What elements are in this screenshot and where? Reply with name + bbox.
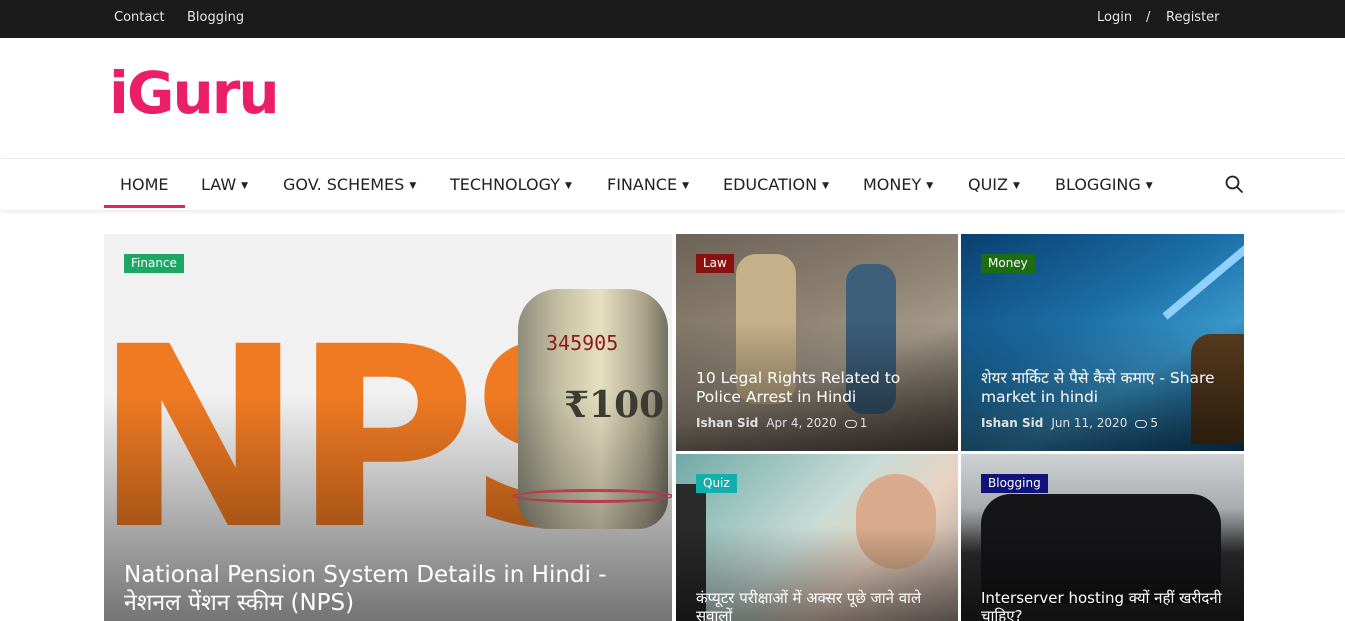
post-meta: Ishan Sid Jun 11, 2020 5 bbox=[981, 416, 1158, 430]
category-badge[interactable]: Finance bbox=[124, 254, 184, 273]
nav-item-money[interactable]: MONEY ▼ bbox=[863, 175, 933, 194]
main-nav: HOME LAW ▼ GOV. SCHEMES ▼ TECHNOLOGY ▼ FINA… bbox=[0, 158, 1345, 210]
nav-item-law[interactable]: LAW ▼ bbox=[201, 175, 248, 194]
chevron-down-icon: ▼ bbox=[1145, 181, 1153, 191]
nav-item-home[interactable]: HOME bbox=[120, 175, 169, 194]
nav-item-quiz[interactable]: QUIZ ▼ bbox=[968, 175, 1020, 194]
nav-item-education[interactable]: EDUCATION ▼ bbox=[723, 175, 829, 194]
site-logo[interactable]: iGuru bbox=[109, 64, 280, 122]
comment-count[interactable]: 5 bbox=[1150, 416, 1158, 430]
post-title[interactable]: Interserver hosting क्यों नहीं खरीदनी चा… bbox=[981, 589, 1228, 621]
post-card[interactable]: Quiz कंप्यूटर परीक्षाओं में अक्सर पूछे ज… bbox=[676, 454, 958, 621]
post-image bbox=[1162, 236, 1244, 320]
nav-item-technology[interactable]: TECHNOLOGY ▼ bbox=[450, 175, 572, 194]
nav-item-label: LAW bbox=[201, 175, 237, 194]
post-card[interactable]: Money शेयर मार्किट से पैसे कैसे कमाए - S… bbox=[961, 234, 1244, 451]
chevron-down-icon: ▼ bbox=[241, 181, 249, 191]
post-date: Jun 11, 2020 bbox=[1051, 416, 1128, 430]
active-nav-indicator bbox=[104, 205, 185, 208]
post-card[interactable]: Law 10 Legal Rights Related to Police Ar… bbox=[676, 234, 958, 451]
post-date: Apr 4, 2020 bbox=[766, 416, 837, 430]
post-title[interactable]: 10 Legal Rights Related to Police Arrest… bbox=[696, 369, 942, 407]
chevron-down-icon: ▼ bbox=[409, 181, 417, 191]
register-link[interactable]: Register bbox=[1166, 10, 1220, 25]
nav-item-label: GOV. SCHEMES bbox=[283, 175, 405, 194]
comment-icon bbox=[844, 420, 857, 428]
category-badge[interactable]: Quiz bbox=[696, 474, 737, 493]
nav-item-label: EDUCATION bbox=[723, 175, 818, 194]
chevron-down-icon: ▼ bbox=[926, 181, 934, 191]
note-serial-number: 345905 bbox=[546, 331, 619, 355]
chevron-down-icon: ▼ bbox=[564, 181, 572, 191]
chevron-down-icon: ▼ bbox=[1012, 181, 1020, 191]
chevron-down-icon: ▼ bbox=[822, 181, 829, 191]
category-badge[interactable]: Blogging bbox=[981, 474, 1048, 493]
site-header: iGuru bbox=[0, 38, 1345, 158]
nav-item-label: BLOGGING bbox=[1055, 175, 1141, 194]
nav-item-label: MONEY bbox=[863, 175, 922, 194]
login-register-separator: / bbox=[1146, 10, 1151, 25]
post-title[interactable]: शेयर मार्किट से पैसे कैसे कमाए - Share m… bbox=[981, 369, 1228, 407]
nav-item-label: HOME bbox=[120, 175, 169, 194]
nav-item-blogging[interactable]: BLOGGING ▼ bbox=[1055, 175, 1153, 194]
post-author[interactable]: Ishan Sid bbox=[981, 416, 1043, 430]
post-meta: Ishan Sid Apr 4, 2020 1 bbox=[696, 416, 867, 430]
login-link[interactable]: Login bbox=[1097, 10, 1132, 25]
topbar-link-contact[interactable]: Contact bbox=[114, 10, 165, 25]
post-author[interactable]: Ishan Sid bbox=[696, 416, 758, 430]
nav-item-label: QUIZ bbox=[968, 175, 1008, 194]
category-badge[interactable]: Law bbox=[696, 254, 734, 273]
chevron-down-icon: ▼ bbox=[682, 181, 690, 191]
top-bar: Contact Blogging Login / Register bbox=[0, 0, 1345, 38]
search-icon[interactable] bbox=[1224, 174, 1244, 194]
post-card[interactable]: Blogging Interserver hosting क्यों नहीं … bbox=[961, 454, 1244, 621]
nav-item-label: FINANCE bbox=[607, 175, 678, 194]
comment-icon bbox=[1135, 420, 1148, 428]
nav-item-gov-schemes[interactable]: GOV. SCHEMES ▼ bbox=[283, 175, 416, 194]
post-title[interactable]: कंप्यूटर परीक्षाओं में अक्सर पूछे जाने व… bbox=[696, 589, 942, 621]
comment-count[interactable]: 1 bbox=[860, 416, 868, 430]
category-badge[interactable]: Money bbox=[981, 254, 1035, 273]
featured-post-card[interactable]: NPS 345905 ₹100 Finance National Pension… bbox=[104, 234, 672, 621]
topbar-link-blogging[interactable]: Blogging bbox=[187, 10, 244, 25]
nav-item-finance[interactable]: FINANCE ▼ bbox=[607, 175, 689, 194]
post-title[interactable]: National Pension System Details in Hindi… bbox=[124, 561, 656, 617]
nav-item-label: TECHNOLOGY bbox=[450, 175, 560, 194]
